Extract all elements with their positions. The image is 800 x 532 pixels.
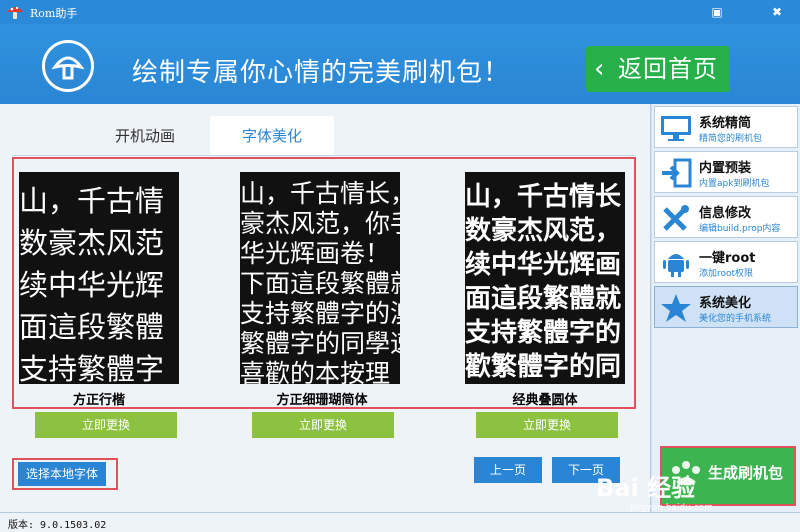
tools-icon [663, 205, 689, 231]
preview-line: 面這段繁體就 [465, 284, 622, 314]
version-label: 版本: 9.0.1503.02 [8, 520, 107, 531]
preview-line: 支持繁體字 [19, 352, 165, 384]
sidebar-item-title: 系统美化 [699, 296, 752, 311]
sidebar-item-title: 信息修改 [699, 206, 752, 221]
mushroom-logo-icon [7, 6, 23, 19]
font-name-1: 方正行楷 [72, 393, 125, 408]
sidebar-item-title: 内置预装 [699, 161, 752, 176]
banner-slogan: 绘制专属你心情的完美刷机包！ [132, 58, 511, 88]
tab-boot-animation[interactable]: 开机动画 [80, 116, 210, 156]
mushroom-icon [51, 56, 85, 80]
preview-line: 歡繁體字的同 [465, 352, 622, 382]
preview-line: 山，千古情长 [465, 182, 622, 212]
sidebar-item-beautify[interactable]: 系统美化 美化您的手机系统 [654, 286, 798, 328]
main-panel: 开机动画 字体美化 山，千古情 数豪杰风范 续中华光辉 面這段繁體 支持繁體字 … [0, 104, 651, 512]
prev-page-button[interactable]: 上一页 [474, 457, 542, 483]
preview-line: 喜歡的本按理 [240, 359, 391, 384]
chevron-left-icon: ‹ [594, 54, 605, 84]
font-preview-1[interactable]: 山，千古情 数豪杰风范 续中华光辉 面這段繁體 支持繁體字 [19, 172, 179, 384]
tab-divider [12, 155, 636, 156]
app-title: Rom助手 [30, 7, 78, 20]
preview-line: 数豪杰风范 [19, 226, 165, 260]
next-page-button[interactable]: 下一页 [552, 457, 620, 483]
header-banner: 绘制专属你心情的完美刷机包！ ‹ 返回首页 [0, 24, 800, 104]
preview-line: 支持繁體字的 [465, 318, 622, 348]
sidebar-item-title: 一键root [699, 251, 756, 266]
sidebar-item-subtitle: 编辑build.prop内容 [699, 224, 781, 234]
sidebar-item-subtitle: 美化您的手机系统 [699, 314, 772, 324]
monitor-icon [661, 116, 691, 141]
status-bar: 版本: 9.0.1503.02 [0, 512, 800, 532]
apply-font-button-3[interactable]: 立即更换 [476, 412, 618, 438]
preview-line: 山，千古情 [19, 184, 165, 218]
tab-font-beautify[interactable]: 字体美化 [210, 116, 334, 156]
sidebar-item-title: 系统精简 [699, 116, 752, 131]
android-icon [663, 254, 689, 277]
sidebar-item-subtitle: 添加root权限 [699, 269, 754, 279]
preview-line: 续中华光辉画 [465, 250, 622, 280]
preview-line: 数豪杰风范， [465, 216, 622, 246]
preview-line: 面這段繁體 [19, 310, 165, 344]
title-bar: Rom助手 ▣ ✖ [0, 0, 800, 24]
sidebar-item-subtitle: 内置apk到刷机包 [699, 179, 770, 189]
import-arrow-icon [662, 158, 692, 188]
sidebar-item-preinstall[interactable]: 内置预装 内置apk到刷机包 [654, 151, 798, 193]
close-button[interactable]: ✖ [766, 3, 788, 21]
font-preview-2[interactable]: 山，千古情长， 豪杰风范，你手 华光辉画卷！ 下面這段繁體就 支持繁體字的澳 繁… [240, 172, 400, 384]
back-home-button[interactable]: ‹ 返回首页 [586, 46, 730, 92]
generate-package-button[interactable]: 生成刷机包 [660, 446, 796, 506]
banner-logo [42, 40, 94, 92]
back-home-label: 返回首页 [618, 55, 718, 83]
sidebar-item-info-edit[interactable]: 信息修改 编辑build.prop内容 [654, 196, 798, 238]
choose-local-font-button[interactable]: 选择本地字体 [18, 462, 106, 486]
star-icon [661, 294, 691, 322]
sidebar-item-subtitle: 精简您的刷机包 [699, 134, 763, 144]
sidebar-item-system-slim[interactable]: 系统精简 精简您的刷机包 [654, 106, 798, 148]
preview-line: 续中华光辉 [19, 268, 165, 302]
font-name-3: 经典叠圆体 [512, 393, 578, 408]
minimize-button[interactable]: ▣ [706, 3, 728, 21]
font-name-2: 方正细珊瑚简体 [276, 393, 368, 408]
apply-font-button-2[interactable]: 立即更换 [252, 412, 394, 438]
generate-package-label: 生成刷机包 [708, 464, 784, 482]
sidebar-item-root[interactable]: 一键root 添加root权限 [654, 241, 798, 283]
apply-font-button-1[interactable]: 立即更换 [35, 412, 177, 438]
font-preview-3[interactable]: 山，千古情长 数豪杰风范， 续中华光辉画 面這段繁體就 支持繁體字的 歡繁體字的… [465, 172, 625, 384]
